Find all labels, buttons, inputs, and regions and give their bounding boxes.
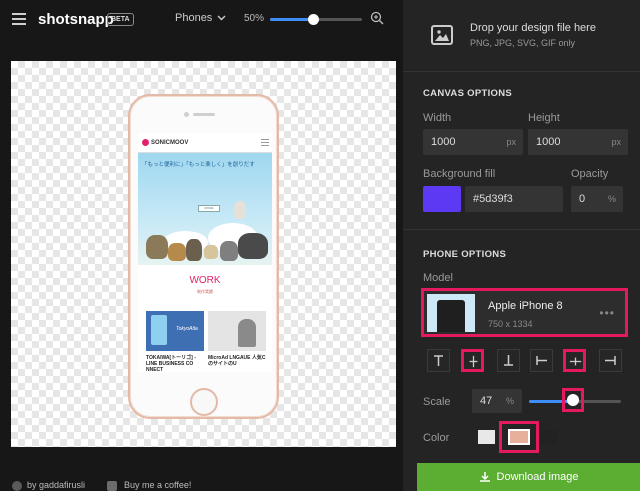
camera-dot (184, 112, 189, 117)
work-title: WORK (189, 275, 221, 286)
menu-icon[interactable] (12, 13, 26, 25)
transparent-canvas: SONICMOOV 「もっと便利に」「もっと楽しく」を創りだす MORE WOR… (11, 61, 396, 447)
align-right-icon (605, 356, 616, 365)
download-button[interactable]: Download image (417, 463, 640, 491)
align-top-icon (434, 355, 443, 366)
height-label: Height (528, 112, 560, 124)
zoom-in-icon[interactable] (370, 11, 384, 25)
home-button (190, 388, 218, 416)
site-menu-icon (261, 139, 269, 146)
iphone-mockup: SONICMOOV 「もっと便利に」「もっと楽しく」を創りだす MORE WOR… (128, 94, 279, 419)
model-thumbnail (427, 294, 475, 332)
align-left-icon (536, 356, 547, 365)
work-thumb-1: TokyoAtla (146, 311, 204, 351)
more-options-icon[interactable]: ••• (599, 306, 615, 320)
model-resolution: 750 x 1334 (488, 319, 533, 329)
align-top-button[interactable] (427, 349, 450, 372)
drop-subtitle: PNG, JPG, SVG, GIF only (470, 38, 576, 48)
align-bottom-icon (504, 355, 513, 366)
author-link[interactable]: by gaddafirusli (27, 480, 85, 490)
work-caption-1: TOKAIWA[トーリゴ] - LINE BUSINESS CO NNECT (146, 355, 196, 372)
align-bottom-button[interactable] (497, 349, 520, 372)
zoom-slider-fill (270, 18, 314, 21)
preview-area: shotsnapp BETA Phones 50% SONICMOOV 「もっと… (0, 0, 403, 491)
hero-heading: 「もっと便利に」「もっと楽しく」を創りだす (142, 162, 255, 168)
footer: by gaddafirusli Buy me a coffee! (0, 478, 403, 491)
phone-color-silver[interactable] (478, 430, 495, 444)
model-name: Apple iPhone 8 (488, 300, 563, 312)
device-type-select[interactable]: Phones (175, 12, 226, 24)
phone-color-gold-selected[interactable] (499, 421, 539, 453)
site-hero: 「もっと便利に」「もっと楽しく」を創りだす MORE (138, 153, 272, 265)
speaker-slot (193, 113, 215, 116)
beta-badge: BETA (107, 13, 134, 26)
work-caption-2: MicroAd LNGAUE 人気CのサイトのU (208, 355, 266, 367)
canvas-options-title: CANVAS OPTIONS (423, 88, 513, 99)
work-thumb-2 (208, 311, 266, 351)
phone-model-select[interactable]: Apple iPhone 8 750 x 1334 ••• (421, 288, 628, 337)
zoom-slider-thumb[interactable] (308, 14, 320, 25)
scale-label: Scale (423, 396, 451, 408)
model-label: Model (423, 272, 453, 284)
background-color-swatch[interactable] (423, 186, 461, 212)
align-left-button[interactable] (530, 349, 553, 372)
file-dropzone[interactable]: Drop your design file here PNG, JPG, SVG… (403, 0, 640, 72)
height-input[interactable]: 1000 px (528, 129, 628, 155)
opacity-input[interactable]: 0% (571, 186, 623, 212)
width-input[interactable]: 1000 px (423, 129, 523, 155)
phone-screen: SONICMOOV 「もっと便利に」「もっと楽しく」を創りだす MORE WOR… (138, 133, 272, 372)
align-right-button[interactable] (599, 349, 622, 372)
coffee-icon (107, 481, 117, 491)
work-subtitle: 制作実績 (197, 289, 213, 294)
phone-options-title: PHONE OPTIONS (423, 249, 507, 260)
options-panel: Drop your design file here PNG, JPG, SVG… (403, 0, 640, 491)
phone-color-space-gray[interactable] (540, 430, 557, 444)
align-horizontal-center-icon (569, 357, 582, 366)
download-label: Download image (496, 471, 579, 483)
align-vertical-center-icon (469, 355, 478, 368)
coffee-link[interactable]: Buy me a coffee! (124, 480, 191, 490)
align-vertical-center-button[interactable] (461, 349, 484, 372)
image-icon (431, 25, 453, 45)
width-label: Width (423, 112, 452, 124)
device-type-label: Phones (175, 12, 213, 24)
hero-more-button: MORE (198, 205, 220, 212)
top-toolbar: shotsnapp BETA Phones 50% (0, 0, 403, 40)
app-logo: shotsnapp (38, 11, 114, 28)
download-icon (479, 472, 490, 482)
zoom-slider[interactable] (270, 14, 362, 25)
background-hex-input[interactable]: #5d39f3 (465, 186, 563, 212)
site-header: SONICMOOV (138, 133, 272, 153)
scale-input[interactable]: 47% (472, 389, 522, 413)
section-divider (403, 229, 640, 230)
opacity-label: Opacity (571, 168, 609, 180)
drop-title: Drop your design file here (470, 22, 596, 34)
scale-slider-thumb[interactable] (562, 388, 584, 412)
zoom-label: 50% (244, 13, 265, 24)
scale-thumb-knob (567, 394, 579, 406)
align-horizontal-center-button[interactable] (563, 349, 586, 372)
site-logo: SONICMOOV (142, 139, 188, 146)
chevron-down-icon (217, 15, 226, 21)
background-fill-label: Background fill (423, 168, 496, 180)
color-label: Color (423, 432, 450, 444)
